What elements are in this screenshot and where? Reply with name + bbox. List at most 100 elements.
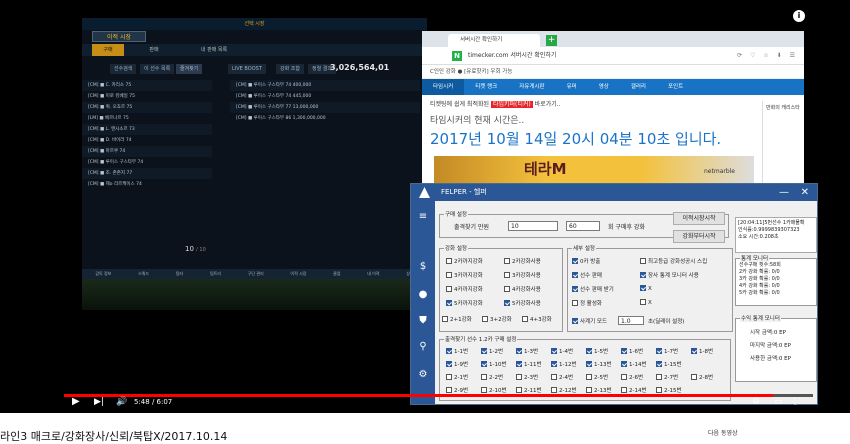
detail-option[interactable]: 장사 통계 모니터 사용	[640, 271, 699, 279]
card-checkbox[interactable]: 1-4번	[551, 347, 573, 355]
game-subtab[interactable]: 선수검색	[110, 64, 137, 74]
reinforce-extra[interactable]: 4+3강화	[522, 315, 552, 323]
card-checkbox[interactable]: 2-5번	[586, 373, 608, 381]
site-nav-item[interactable]: 자유게시판	[508, 79, 555, 95]
reinforce-use[interactable]: 4카강화사용	[504, 285, 541, 293]
close-button[interactable]: ✕	[801, 184, 809, 201]
card-checkbox[interactable]: 1-10번	[481, 360, 507, 368]
bookmark-bar[interactable]: C인인 강화 ● [유료핫키] 우회 가능	[422, 65, 804, 79]
buy-amount-input[interactable]: 10	[508, 221, 558, 231]
next-icon[interactable]: ▶|	[94, 397, 104, 407]
detail-option[interactable]: 정 활성화	[572, 299, 602, 307]
card-checkbox[interactable]: 1-1번	[446, 347, 468, 355]
browser-tab[interactable]: 서버시간 확인하기	[448, 34, 540, 47]
game-nav-item[interactable]: 스쿼드	[138, 269, 149, 279]
reinforce-target[interactable]: 5카까지강화	[446, 299, 483, 307]
search-icon[interactable]: ⚲	[411, 341, 435, 352]
game-list-row[interactable]: [CM] ■ D. 바이라 74	[82, 135, 212, 146]
card-checkbox[interactable]: 1-14번	[621, 360, 647, 368]
site-nav-item[interactable]: 포인트	[657, 79, 694, 95]
site-nav-item[interactable]: 영상	[588, 79, 620, 95]
detail-option[interactable]: 0카 방출	[572, 257, 600, 265]
promo-link[interactable]: 티켓팅에 쉽게 최적화된 타임키퍼(티커) 바로가기..	[422, 95, 804, 112]
game-nav-item[interactable]: 클럽	[333, 269, 340, 279]
game-subtab[interactable]: LIVE BOOST	[228, 64, 266, 74]
game-list-row[interactable]: [CM] ■ 루이스 구스타부 74	[82, 157, 212, 168]
game-list-row[interactable]: [CM] ■ C. 카리소 75	[82, 80, 212, 91]
detail-option[interactable]: X	[640, 285, 652, 292]
game-nav-item[interactable]: 팀타	[176, 269, 183, 279]
game-nav-item[interactable]: 팀트리	[210, 269, 221, 279]
site-nav-item[interactable]: 타임시커	[422, 79, 465, 95]
game-list-row[interactable]: [CM] ■ 조. 존존지 77	[82, 168, 212, 179]
card-checkbox[interactable]: 1-6번	[621, 347, 643, 355]
video-player[interactable]: i 선택 시장 이적 시장 구매 판매 내 판매 목록 선수검색 이 선수 목록…	[0, 0, 850, 413]
address-bar[interactable]: N timecker.com 서버시간 확인하기 ⟳ ♡ ☆ ⬇ ☰	[422, 47, 804, 65]
game-list-row[interactable]: [CM] ■ 퀴. 오쵸르 75	[82, 102, 212, 113]
reinforce-target[interactable]: 2카까지강화	[446, 257, 483, 265]
settings-icon[interactable]: ⚙	[752, 397, 760, 407]
theater-icon[interactable]: ▭	[774, 397, 783, 407]
reinforce-use[interactable]: 3카강화사용	[504, 271, 541, 279]
reinforce-target[interactable]: 3카까지강화	[446, 271, 483, 279]
minimize-button[interactable]: —	[779, 184, 789, 201]
detail-option[interactable]: 최고등급 강화성공시 스킵	[640, 257, 707, 265]
game-tab-buy[interactable]: 구매	[92, 44, 124, 56]
new-tab-button[interactable]: +	[546, 35, 557, 46]
card-checkbox[interactable]: 2-4번	[551, 373, 573, 381]
card-checkbox[interactable]: 1-5번	[586, 347, 608, 355]
game-nav-item[interactable]: 감독 정보	[95, 269, 111, 279]
site-nav-item[interactable]: 유머	[556, 79, 588, 95]
reinforce-target[interactable]: 4카까지강화	[446, 285, 483, 293]
card-checkbox[interactable]: 2-7번	[656, 373, 678, 381]
game-list-row[interactable]: [LM] ■ 베르나르 75	[82, 113, 212, 124]
card-checkbox[interactable]: 1-7번	[656, 347, 678, 355]
card-checkbox[interactable]: 2-6번	[621, 373, 643, 381]
game-list-row[interactable]: [CM] ■ 마르쿠 74	[82, 146, 212, 157]
card-checkbox[interactable]: 1-2번	[481, 347, 503, 355]
buy-count-input[interactable]: 60	[566, 221, 600, 231]
card-checkbox[interactable]: 2-1번	[446, 373, 468, 381]
game-subtab[interactable]: 즐겨찾기	[176, 64, 203, 74]
card-checkbox[interactable]: 2-2번	[481, 373, 503, 381]
site-nav-item[interactable]: 티켓 랭크	[464, 79, 508, 95]
fullscreen-icon[interactable]: ⛶	[794, 397, 800, 407]
detail-option[interactable]: 선수 판매 받기	[572, 285, 614, 293]
game-list-row[interactable]: [CM] ■ 미로 킹베일 75	[82, 91, 212, 102]
card-checkbox[interactable]: 1-9번	[446, 360, 468, 368]
market-start-button[interactable]: 이적시장시작	[673, 212, 725, 225]
game-nav-item[interactable]: 내 이적	[367, 269, 379, 279]
card-checkbox[interactable]: 1-12번	[551, 360, 577, 368]
speed-input[interactable]: 1.0	[618, 316, 644, 325]
reinforce-use[interactable]: 5카강화사용	[504, 299, 541, 307]
detail-option[interactable]: X	[640, 299, 652, 306]
game-nav-item[interactable]: 구단 관리	[248, 269, 264, 279]
game-list-row[interactable]: [CM] ■ 루이스 구스타부 74 445,000	[230, 91, 420, 102]
game-subtab[interactable]: 이 선수 목록	[140, 64, 175, 74]
game-tab-my-list[interactable]: 내 판매 목록	[184, 44, 244, 56]
game-nav-item[interactable]: 이적 시장	[290, 269, 306, 279]
reinforce-start-button[interactable]: 강화부터시작	[673, 230, 725, 243]
card-checkbox[interactable]: 1-11번	[516, 360, 542, 368]
dollar-icon[interactable]: $	[411, 261, 435, 272]
card-checkbox[interactable]: 1-15번	[656, 360, 682, 368]
game-tab-sell[interactable]: 판매	[124, 44, 184, 56]
game-list-row[interactable]: [CM] ■ 제o 리르케이스 74	[82, 179, 212, 190]
gear-icon[interactable]: ⚙	[411, 369, 435, 380]
card-checkbox[interactable]: 1-8번	[691, 347, 713, 355]
game-list-row[interactable]: [CM] ■ 루이스 구스타부 74 400,000	[230, 80, 420, 91]
globe-icon[interactable]: ●	[411, 289, 435, 300]
menu-icon[interactable]: ≡	[411, 211, 435, 222]
toolbar-icons[interactable]: ⟳ ♡ ☆ ⬇ ☰	[737, 47, 798, 65]
play-icon[interactable]: ▶	[72, 396, 80, 407]
card-checkbox[interactable]: 2-8번	[691, 373, 713, 381]
reinforce-use[interactable]: 2카강화사용	[504, 257, 541, 265]
game-list-row[interactable]: [CM] ■ 루이스 구스타부 86 1,300,000,000	[230, 113, 420, 124]
reinforce-extra[interactable]: 2+1강화	[442, 315, 472, 323]
info-icon[interactable]: i	[793, 10, 805, 22]
volume-icon[interactable]: 🔊	[116, 397, 127, 407]
card-checkbox[interactable]: 1-3번	[516, 347, 538, 355]
game-subtab[interactable]: 강화 조합	[276, 64, 304, 74]
card-checkbox[interactable]: 1-13번	[586, 360, 612, 368]
game-list-row[interactable]: [CM] ■ 루이스 구스타부 77 13,000,000	[230, 102, 420, 113]
